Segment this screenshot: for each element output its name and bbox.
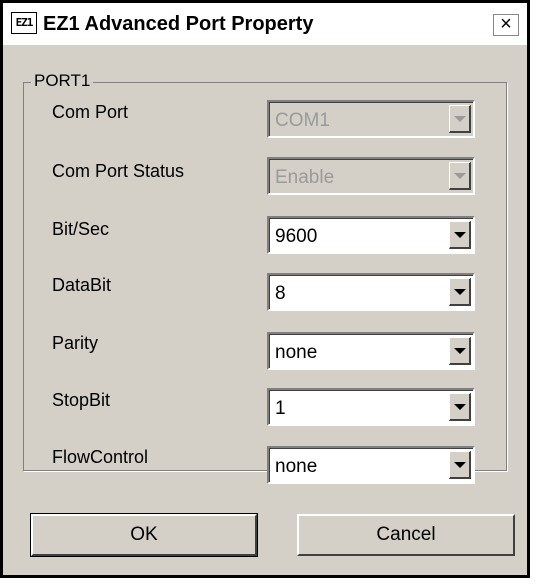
- stop-bit-label: StopBit: [52, 390, 111, 410]
- com-port-label: Com Port: [52, 102, 129, 122]
- cancel-button[interactable]: Cancel: [297, 514, 515, 556]
- flow-control-label: FlowControl: [52, 447, 149, 467]
- data-bit-select[interactable]: 8: [267, 273, 475, 311]
- com-port-select: COM1: [267, 100, 475, 138]
- stop-bit-select[interactable]: 1: [267, 388, 475, 426]
- close-icon[interactable]: ×: [493, 14, 519, 36]
- port-property-dialog: EZ1 EZ1 Advanced Port Property × PORT1 C…: [0, 0, 530, 578]
- data-bit-label: DataBit: [52, 275, 112, 295]
- com-port-status-select: Enable: [267, 157, 475, 195]
- data-bit-value: 8: [275, 283, 286, 304]
- stop-bit-value: 1: [275, 398, 286, 419]
- parity-value: none: [275, 342, 318, 363]
- parity-select[interactable]: none: [267, 332, 475, 370]
- chevron-down-icon[interactable]: [449, 451, 471, 479]
- app-icon: EZ1: [11, 12, 37, 34]
- com-port-status-label: Com Port Status: [52, 161, 185, 181]
- flow-control-select[interactable]: none: [267, 446, 475, 484]
- chevron-down-icon: [449, 105, 471, 133]
- chevron-down-icon: [449, 162, 471, 190]
- title-bar[interactable]: EZ1 EZ1 Advanced Port Property ×: [3, 3, 527, 45]
- parity-label: Parity: [52, 333, 99, 353]
- bit-sec-label: Bit/Sec: [52, 219, 110, 239]
- group-title: PORT1: [31, 71, 94, 91]
- chevron-down-icon[interactable]: [449, 221, 471, 249]
- com-port-value: COM1: [275, 110, 330, 131]
- com-port-status-value: Enable: [275, 167, 335, 188]
- chevron-down-icon[interactable]: [449, 337, 471, 365]
- chevron-down-icon[interactable]: [449, 393, 471, 421]
- ok-button[interactable]: OK: [30, 513, 258, 557]
- window-title: EZ1 Advanced Port Property: [43, 13, 314, 35]
- bit-sec-select[interactable]: 9600: [267, 216, 475, 254]
- bit-sec-value: 9600: [275, 226, 318, 247]
- chevron-down-icon[interactable]: [449, 278, 471, 306]
- flow-control-value: none: [275, 456, 318, 477]
